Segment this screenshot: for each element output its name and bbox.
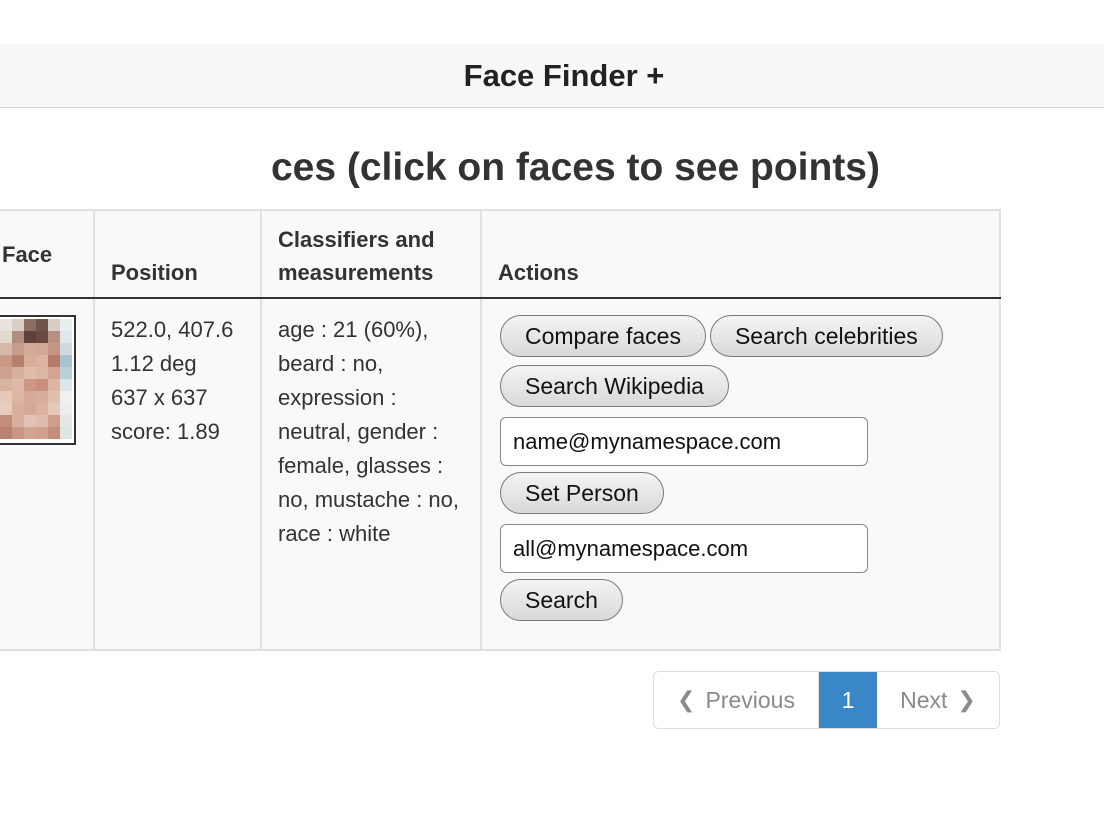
header-classifiers: Classifiers and measurements <box>260 209 482 299</box>
face-thumbnail[interactable] <box>0 315 76 445</box>
app-title: Face Finder + <box>463 58 665 93</box>
top-strip <box>0 0 1104 44</box>
search-wikipedia-button[interactable]: Search Wikipedia <box>500 365 729 407</box>
position-rotation: 1.12 deg <box>111 351 197 376</box>
next-page-button[interactable]: Next ❯ <box>877 672 999 728</box>
navbar: Face Finder + <box>0 44 1104 108</box>
table-row: 522.0, 407.6 1.12 deg 637 x 637 score: 1… <box>0 297 1001 651</box>
search-namespace-input[interactable] <box>500 524 868 573</box>
position-score: score: 1.89 <box>111 419 220 444</box>
pagination: ❮ Previous 1 Next ❯ <box>653 671 1000 729</box>
table-header-row: Face Position Classifiers and measuremen… <box>0 209 1001 299</box>
compare-faces-button[interactable]: Compare faces <box>500 315 706 357</box>
page-heading-text: ces (click on faces to see points) <box>270 146 880 189</box>
header-actions: Actions <box>480 209 1001 299</box>
person-namespace-input[interactable] <box>500 417 868 466</box>
face-cell <box>0 297 95 651</box>
next-label: Next <box>900 686 948 713</box>
previous-label: Previous <box>705 686 795 713</box>
set-person-button[interactable]: Set Person <box>500 472 664 514</box>
page-number-button[interactable]: 1 <box>819 672 877 728</box>
actions-cell: Compare faces Search celebrities Search W… <box>480 297 1001 651</box>
classifiers-text: age : 21 (60%), beard : no, expression :… <box>278 317 459 546</box>
chevron-right-icon: ❯ <box>957 687 976 712</box>
header-face: Face <box>0 209 95 299</box>
search-button[interactable]: Search <box>500 579 623 621</box>
previous-page-button[interactable]: ❮ Previous <box>654 672 819 728</box>
position-cell: 522.0, 407.6 1.12 deg 637 x 637 score: 1… <box>93 297 262 651</box>
header-position: Position <box>93 209 262 299</box>
position-coordinates: 522.0, 407.6 <box>111 317 234 342</box>
page-heading: ces (click on faces to see points) <box>0 146 880 190</box>
classifiers-cell: age : 21 (60%), beard : no, expression :… <box>260 297 482 651</box>
chevron-left-icon: ❮ <box>677 687 696 712</box>
position-size: 637 x 637 <box>111 385 208 410</box>
search-celebrities-button[interactable]: Search celebrities <box>709 315 943 357</box>
faces-table: Face Position Classifiers and measuremen… <box>0 209 1001 651</box>
